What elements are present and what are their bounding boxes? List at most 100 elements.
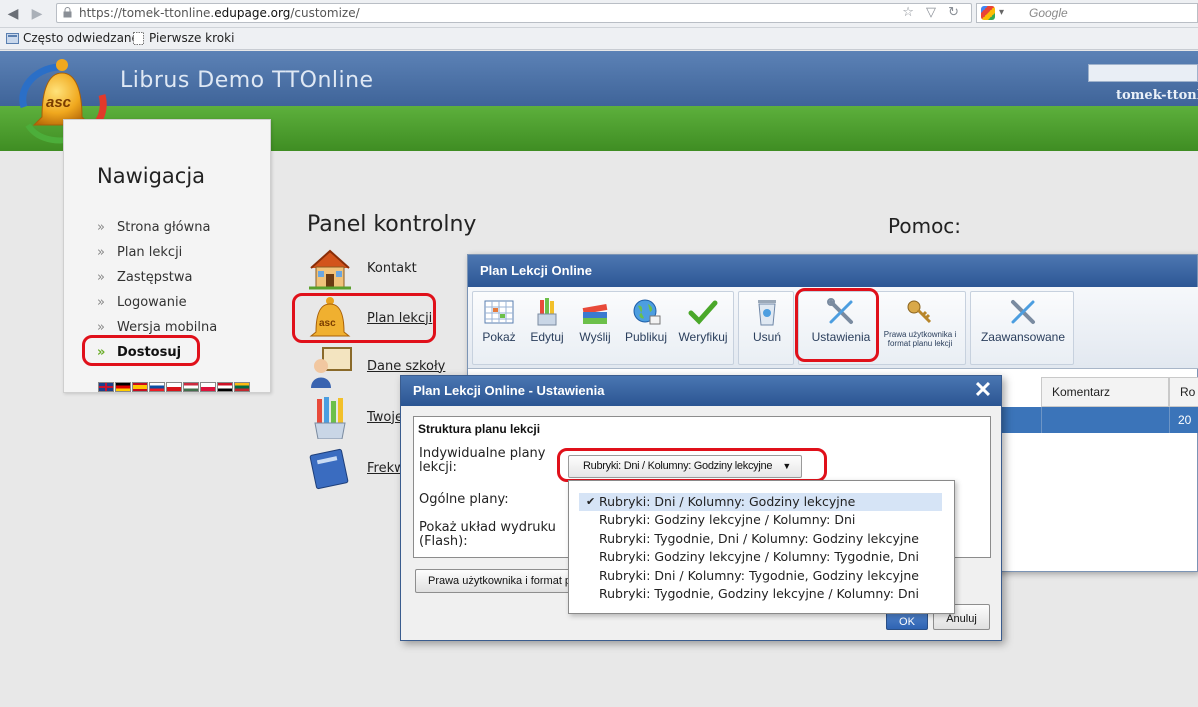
rights-format-button[interactable]: Prawa użytkownika i format planu lekcji bbox=[879, 298, 961, 348]
globe-icon bbox=[633, 299, 661, 325]
back-icon[interactable]: ◀ bbox=[4, 4, 22, 22]
column-header-comment[interactable]: Komentarz bbox=[1041, 377, 1169, 407]
flag-pl-icon[interactable] bbox=[200, 382, 216, 392]
verify-button[interactable]: Weryfikuj bbox=[675, 298, 731, 344]
flag-es-icon[interactable] bbox=[132, 382, 148, 392]
nav-item-label: Strona główna bbox=[117, 220, 211, 235]
help-title: Pomoc: bbox=[888, 214, 962, 238]
individual-timetables-label: Indywidualne plany lekcji: bbox=[419, 446, 546, 475]
url-prefix: https://tomek-ttonline. bbox=[79, 6, 215, 20]
structure-dropdown-list: ✔ Rubryki: Dni / Kolumny: Godziny lekcyjn… bbox=[568, 480, 955, 614]
nav-item-label: Logowanie bbox=[117, 295, 187, 310]
highlight-timetable bbox=[292, 293, 436, 343]
nav-item-label: Plan lekcji bbox=[117, 245, 183, 260]
show-label: Pokaż bbox=[482, 330, 516, 344]
chevron-right-icon: » bbox=[97, 320, 105, 335]
url-path: /customize/ bbox=[290, 6, 360, 20]
option-label: Rubryki: Godziny lekcyjne / Kolumny: Dni bbox=[599, 512, 856, 528]
bookmark-label: Pierwsze kroki bbox=[149, 31, 235, 45]
tools-icon bbox=[1011, 300, 1035, 324]
nav-item-home[interactable]: » Strona główna bbox=[97, 215, 217, 240]
page-icon bbox=[133, 32, 144, 45]
site-title: Librus Demo TTOnline bbox=[120, 68, 374, 93]
language-flags bbox=[98, 382, 250, 392]
print-layout-label: Pokaż układ wydruku (Flash): bbox=[419, 520, 556, 549]
address-bar[interactable]: https://tomek-ttonline.edupage.org/custo… bbox=[56, 3, 972, 23]
dropdown-option[interactable]: Rubryki: Dni / Kolumny: Tygodnie, Godzin… bbox=[579, 567, 942, 585]
nav-item-substitutions[interactable]: » Zastępstwa bbox=[97, 265, 217, 290]
star-icon[interactable]: ☆ ▽ ↻ bbox=[902, 4, 963, 22]
dropdown-option[interactable]: ✔ Rubryki: Dni / Kolumny: Godziny lekcyjn… bbox=[579, 493, 942, 512]
house-icon bbox=[309, 249, 351, 290]
user-search-input[interactable] bbox=[1088, 64, 1198, 82]
rights-format-button[interactable]: Prawa użytkownika i format planu lekcji bbox=[415, 569, 575, 593]
advanced-button[interactable]: Zaawansowane bbox=[977, 298, 1069, 344]
table-cell: 20 bbox=[1169, 407, 1198, 433]
dropdown-option[interactable]: Rubryki: Tygodnie, Godziny lekcyjne / Ko… bbox=[579, 585, 942, 603]
window-title: Plan Lekcji Online bbox=[468, 255, 1197, 287]
column-header-ro[interactable]: Ro bbox=[1169, 377, 1198, 407]
bookmark-label: Często odwiedzane bbox=[23, 31, 139, 45]
bookmarks-bar: Często odwiedzane Pierwsze kroki bbox=[0, 28, 1198, 50]
nav-item-timetable[interactable]: » Plan lekcji bbox=[97, 240, 217, 265]
publish-button[interactable]: Publikuj bbox=[621, 298, 671, 344]
notebook-icon bbox=[309, 448, 349, 490]
panel-item-contact[interactable]: Kontakt bbox=[307, 246, 417, 290]
flag-uk-icon[interactable] bbox=[98, 382, 114, 392]
panel-item-link[interactable]: Twoje bbox=[367, 410, 403, 425]
forward-icon[interactable]: ▶ bbox=[28, 4, 46, 22]
chevron-right-icon: » bbox=[97, 270, 105, 285]
pencils-icon bbox=[314, 397, 346, 439]
bookmark-folder-icon bbox=[6, 33, 19, 44]
highlight-customize bbox=[82, 335, 200, 366]
edit-label: Edytuj bbox=[530, 330, 564, 344]
dropdown-option[interactable]: Rubryki: Godziny lekcyjne / Kolumny: Tyg… bbox=[579, 548, 942, 566]
table-row[interactable]: 20 bbox=[1001, 407, 1198, 433]
option-label: Rubryki: Tygodnie, Godziny lekcyjne / Ko… bbox=[599, 585, 919, 601]
panel-item-label: Kontakt bbox=[367, 260, 417, 276]
table-cell bbox=[1041, 407, 1169, 433]
flag-de-icon[interactable] bbox=[115, 382, 131, 392]
flag-lt-icon[interactable] bbox=[234, 382, 250, 392]
search-engine-caret-icon[interactable]: ▾ bbox=[999, 4, 1004, 22]
flag-sk-icon[interactable] bbox=[149, 382, 165, 392]
search-placeholder: Google bbox=[1029, 6, 1068, 20]
flag-hu-icon[interactable] bbox=[183, 382, 199, 392]
highlight-settings bbox=[795, 288, 879, 362]
dropdown-option[interactable]: Rubryki: Tygodnie, Dni / Kolumny: Godzin… bbox=[579, 530, 942, 548]
send-button[interactable]: Wyślij bbox=[573, 298, 617, 344]
nav-item-label: Wersja mobilna bbox=[117, 320, 218, 335]
panel-item-attendance[interactable]: Frekw bbox=[307, 446, 405, 490]
toolbar-group-advanced: Zaawansowane bbox=[970, 291, 1074, 365]
pencil-cup-icon bbox=[537, 298, 557, 326]
option-label: Rubryki: Tygodnie, Dni / Kolumny: Godzin… bbox=[599, 530, 919, 546]
lock-icon bbox=[63, 7, 72, 18]
flag-eg-icon[interactable] bbox=[217, 382, 233, 392]
show-button[interactable]: Pokaż bbox=[479, 298, 519, 344]
close-icon[interactable]: ✕ bbox=[971, 379, 995, 403]
books-icon bbox=[582, 303, 608, 324]
option-label: Rubryki: Godziny lekcyjne / Kolumny: Tyg… bbox=[599, 549, 919, 565]
chevron-right-icon: » bbox=[97, 245, 105, 260]
flag-cz-icon[interactable] bbox=[166, 382, 182, 392]
send-label: Wyślij bbox=[579, 330, 611, 344]
search-input[interactable]: ▾ Google bbox=[976, 3, 1198, 23]
google-icon bbox=[981, 6, 995, 20]
dropdown-option[interactable]: Rubryki: Godziny lekcyjne / Kolumny: Dni bbox=[579, 511, 942, 529]
edit-button[interactable]: Edytuj bbox=[525, 298, 569, 344]
nav-item-label: Zastępstwa bbox=[117, 270, 193, 285]
bookmark-first-steps[interactable]: Pierwsze kroki bbox=[132, 28, 234, 49]
toolbar-group-main: Pokaż Edytuj Wyślij Publikuj Weryfikuj bbox=[472, 291, 734, 365]
panel-item-link[interactable]: Dane szkoły bbox=[367, 359, 445, 374]
section-title: Struktura planu lekcji bbox=[418, 422, 541, 436]
bookmark-often-visited[interactable]: Często odwiedzane bbox=[6, 28, 139, 49]
delete-button[interactable]: Usuń bbox=[745, 298, 789, 344]
advanced-label: Zaawansowane bbox=[980, 330, 1066, 344]
user-name[interactable]: tomek-ttonline bbox=[1116, 88, 1198, 103]
panel-item-yours[interactable]: Twoje bbox=[307, 395, 403, 439]
trash-icon bbox=[758, 300, 776, 326]
dialog-title: Plan Lekcji Online - Ustawienia bbox=[401, 376, 1001, 406]
general-timetables-label: Ogólne plany: bbox=[419, 492, 509, 507]
svg-text:asc: asc bbox=[46, 94, 72, 111]
nav-item-login[interactable]: » Logowanie bbox=[97, 290, 217, 315]
